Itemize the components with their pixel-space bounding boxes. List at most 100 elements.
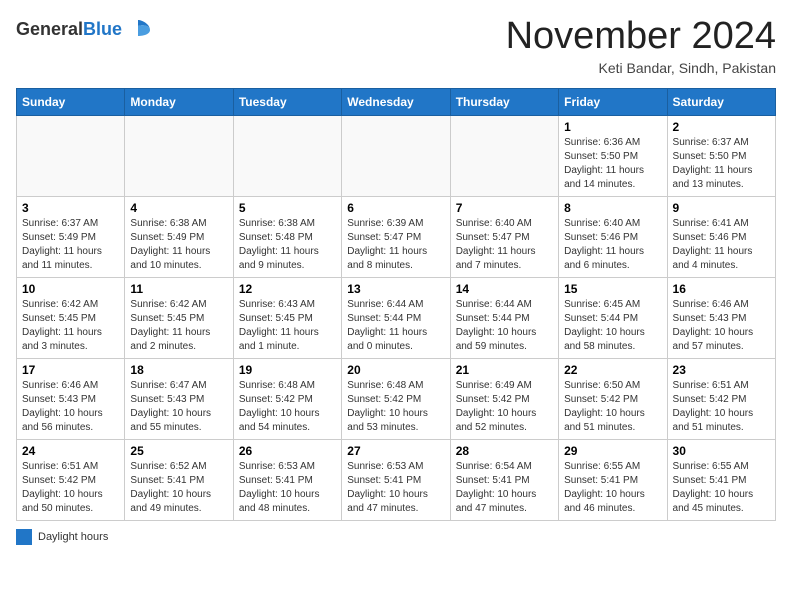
day-number: 17 [22,363,119,377]
calendar-cell [233,115,341,196]
day-number: 25 [130,444,227,458]
day-info: Sunrise: 6:44 AM Sunset: 5:44 PM Dayligh… [347,298,444,354]
day-number: 23 [673,363,770,377]
day-number: 6 [347,201,444,215]
calendar-week-3: 10 Sunrise: 6:42 AM Sunset: 5:45 PM Dayli… [17,277,776,358]
calendar-header-monday: Monday [125,88,233,115]
calendar-cell: 24 Sunrise: 6:51 AM Sunset: 5:42 PM Dayli… [17,439,125,520]
day-number: 8 [564,201,661,215]
day-number: 27 [347,444,444,458]
day-number: 29 [564,444,661,458]
calendar-cell [125,115,233,196]
day-info: Sunrise: 6:36 AM Sunset: 5:50 PM Dayligh… [564,136,661,192]
legend-label: Daylight hours [38,531,108,543]
calendar-cell: 1Sunrise: 6:36 AM Sunset: 5:50 PM Daylig… [559,115,667,196]
calendar-cell: 18 Sunrise: 6:47 AM Sunset: 5:43 PM Dayli… [125,358,233,439]
day-info: Sunrise: 6:49 AM Sunset: 5:42 PM Dayligh… [456,379,553,435]
day-number: 28 [456,444,553,458]
calendar-cell: 15 Sunrise: 6:45 AM Sunset: 5:44 PM Dayli… [559,277,667,358]
calendar-cell: 29 Sunrise: 6:55 AM Sunset: 5:41 PM Dayli… [559,439,667,520]
logo: GeneralBlue [16,16,152,44]
day-number: 14 [456,282,553,296]
calendar-table: SundayMondayTuesdayWednesdayThursdayFrid… [16,88,776,521]
day-number: 26 [239,444,336,458]
calendar-header-saturday: Saturday [667,88,775,115]
day-info: Sunrise: 6:54 AM Sunset: 5:41 PM Dayligh… [456,460,553,516]
calendar-cell: 12 Sunrise: 6:43 AM Sunset: 5:45 PM Dayli… [233,277,341,358]
calendar-cell: 17Sunrise: 6:46 AM Sunset: 5:43 PM Dayli… [17,358,125,439]
day-number: 2 [673,120,770,134]
calendar-week-5: 24 Sunrise: 6:51 AM Sunset: 5:42 PM Dayli… [17,439,776,520]
page-header: GeneralBlue November 2024 Keti Bandar, S… [16,16,776,76]
calendar-cell: 16 Sunrise: 6:46 AM Sunset: 5:43 PM Dayli… [667,277,775,358]
calendar-header-row: SundayMondayTuesdayWednesdayThursdayFrid… [17,88,776,115]
day-number: 18 [130,363,227,377]
day-number: 4 [130,201,227,215]
calendar-cell: 13 Sunrise: 6:44 AM Sunset: 5:44 PM Dayli… [342,277,450,358]
day-number: 30 [673,444,770,458]
day-info: Sunrise: 6:45 AM Sunset: 5:44 PM Dayligh… [564,298,661,354]
day-info: Sunrise: 6:47 AM Sunset: 5:43 PM Dayligh… [130,379,227,435]
calendar-cell: 11Sunrise: 6:42 AM Sunset: 5:45 PM Dayli… [125,277,233,358]
day-info: Sunrise: 6:55 AM Sunset: 5:41 PM Dayligh… [564,460,661,516]
calendar-cell: 26 Sunrise: 6:53 AM Sunset: 5:41 PM Dayli… [233,439,341,520]
day-info: Sunrise: 6:37 AM Sunset: 5:50 PM Dayligh… [673,136,770,192]
day-number: 19 [239,363,336,377]
day-number: 13 [347,282,444,296]
day-info: Sunrise: 6:53 AM Sunset: 5:41 PM Dayligh… [347,460,444,516]
calendar-cell: 7 Sunrise: 6:40 AM Sunset: 5:47 PM Daylig… [450,196,558,277]
calendar-header-sunday: Sunday [17,88,125,115]
day-number: 20 [347,363,444,377]
day-info: Sunrise: 6:38 AM Sunset: 5:49 PM Dayligh… [130,217,227,273]
day-info: Sunrise: 6:44 AM Sunset: 5:44 PM Dayligh… [456,298,553,354]
legend: Daylight hours [16,529,776,545]
day-info: Sunrise: 6:42 AM Sunset: 5:45 PM Dayligh… [22,298,119,354]
calendar-cell: 10 Sunrise: 6:42 AM Sunset: 5:45 PM Dayli… [17,277,125,358]
calendar-cell: 2 Sunrise: 6:37 AM Sunset: 5:50 PM Daylig… [667,115,775,196]
day-info: Sunrise: 6:46 AM Sunset: 5:43 PM Dayligh… [673,298,770,354]
legend-color-box [16,529,32,545]
day-info: Sunrise: 6:39 AM Sunset: 5:47 PM Dayligh… [347,217,444,273]
logo-icon [124,16,152,44]
day-number: 24 [22,444,119,458]
logo-blue-text: Blue [83,19,122,39]
day-info: Sunrise: 6:37 AM Sunset: 5:49 PM Dayligh… [22,217,119,273]
day-number: 5 [239,201,336,215]
day-number: 11 [130,282,227,296]
day-number: 10 [22,282,119,296]
day-number: 12 [239,282,336,296]
day-info: Sunrise: 6:53 AM Sunset: 5:41 PM Dayligh… [239,460,336,516]
day-number: 16 [673,282,770,296]
calendar-week-4: 17Sunrise: 6:46 AM Sunset: 5:43 PM Dayli… [17,358,776,439]
day-number: 15 [564,282,661,296]
calendar-cell: 3Sunrise: 6:37 AM Sunset: 5:49 PM Daylig… [17,196,125,277]
calendar-cell: 4 Sunrise: 6:38 AM Sunset: 5:49 PM Daylig… [125,196,233,277]
calendar-header-thursday: Thursday [450,88,558,115]
day-info: Sunrise: 6:40 AM Sunset: 5:47 PM Dayligh… [456,217,553,273]
day-number: 22 [564,363,661,377]
day-number: 7 [456,201,553,215]
calendar-cell: 14 Sunrise: 6:44 AM Sunset: 5:44 PM Dayli… [450,277,558,358]
day-info: Sunrise: 6:51 AM Sunset: 5:42 PM Dayligh… [673,379,770,435]
calendar-cell: 27 Sunrise: 6:53 AM Sunset: 5:41 PM Dayli… [342,439,450,520]
month-title: November 2024 [506,16,776,58]
calendar-cell: 8 Sunrise: 6:40 AM Sunset: 5:46 PM Daylig… [559,196,667,277]
calendar-cell: 28 Sunrise: 6:54 AM Sunset: 5:41 PM Dayli… [450,439,558,520]
day-number: 9 [673,201,770,215]
day-info: Sunrise: 6:40 AM Sunset: 5:46 PM Dayligh… [564,217,661,273]
calendar-header-tuesday: Tuesday [233,88,341,115]
calendar-cell [342,115,450,196]
calendar-cell: 25Sunrise: 6:52 AM Sunset: 5:41 PM Dayli… [125,439,233,520]
day-info: Sunrise: 6:55 AM Sunset: 5:41 PM Dayligh… [673,460,770,516]
calendar-header-friday: Friday [559,88,667,115]
day-number: 21 [456,363,553,377]
calendar-cell: 22 Sunrise: 6:50 AM Sunset: 5:42 PM Dayli… [559,358,667,439]
calendar-header-wednesday: Wednesday [342,88,450,115]
day-info: Sunrise: 6:51 AM Sunset: 5:42 PM Dayligh… [22,460,119,516]
title-block: November 2024 Keti Bandar, Sindh, Pakist… [506,16,776,76]
subtitle: Keti Bandar, Sindh, Pakistan [506,60,776,76]
day-info: Sunrise: 6:50 AM Sunset: 5:42 PM Dayligh… [564,379,661,435]
calendar-week-2: 3Sunrise: 6:37 AM Sunset: 5:49 PM Daylig… [17,196,776,277]
day-info: Sunrise: 6:43 AM Sunset: 5:45 PM Dayligh… [239,298,336,354]
calendar-cell: 5Sunrise: 6:38 AM Sunset: 5:48 PM Daylig… [233,196,341,277]
